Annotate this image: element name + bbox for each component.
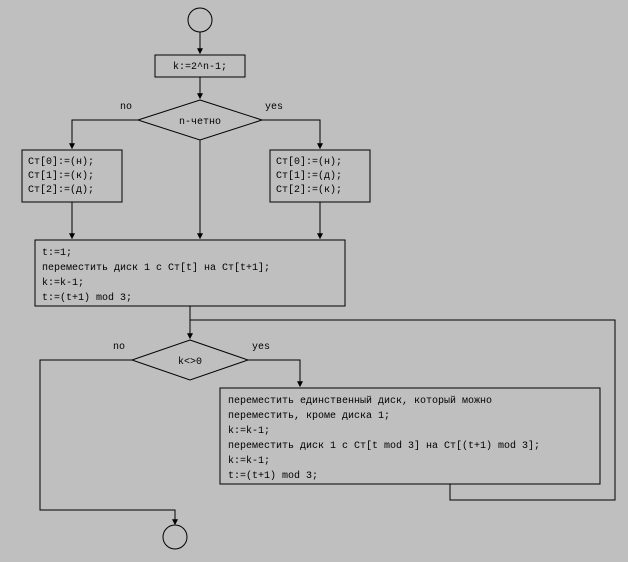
loopbody-line2: переместить, кроме диска 1;	[228, 411, 390, 422]
rightbox-line3: Ст[2]:=(к);	[276, 184, 342, 196]
leftbox-line3: Ст[2]:=(д);	[28, 184, 94, 196]
start-terminator	[188, 8, 212, 32]
decision-n-even-label: n-четно	[179, 117, 221, 128]
loopbody-line3: k:=k-1;	[228, 425, 270, 437]
decision1-no-label: no	[120, 102, 132, 113]
loopinit-line2: переместить диск 1 с Ст[t] на Ст[t+1];	[42, 262, 270, 274]
flowchart: k:=2^n-1; n-четно no yes Ст[0]:=(н); Ст[…	[0, 0, 628, 562]
leftbox-line1: Ст[0]:=(н);	[28, 156, 94, 168]
rightbox-line2: Ст[1]:=(д);	[276, 170, 342, 182]
arrow	[72, 120, 138, 148]
process-k-init-label: k:=2^n-1;	[173, 61, 227, 73]
loopbody-line4: переместить диск 1 с Ст[t mod 3] на Ст[(…	[228, 440, 540, 452]
arrow	[248, 360, 300, 386]
loopinit-line1: t:=1;	[42, 248, 72, 259]
leftbox-line2: Ст[1]:=(к);	[28, 170, 94, 182]
loopinit-line4: t:=(t+1) mod 3;	[42, 292, 132, 304]
decision1-yes-label: yes	[265, 102, 283, 113]
arrow	[40, 360, 175, 524]
loopinit-line3: k:=k-1;	[42, 277, 84, 289]
end-terminator	[163, 525, 187, 549]
rightbox-line1: Ст[0]:=(н);	[276, 156, 342, 168]
loopbody-line1: переместить единственный диск, который м…	[228, 395, 492, 407]
decision2-no-label: no	[113, 342, 125, 353]
loopbody-line5: k:=k-1;	[228, 455, 270, 467]
decision2-yes-label: yes	[252, 342, 270, 353]
loopbody-line6: t:=(t+1) mod 3;	[228, 470, 318, 482]
arrow	[262, 120, 320, 148]
decision-k-nonzero-label: k<>0	[178, 356, 202, 368]
